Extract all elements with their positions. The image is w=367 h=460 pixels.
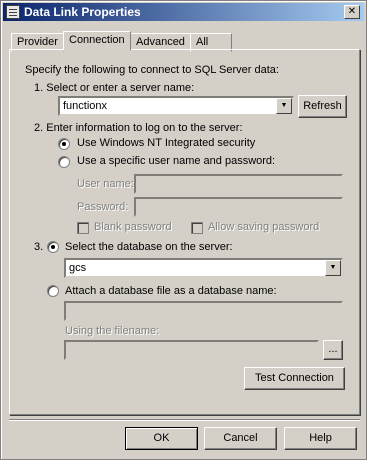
chevron-down-icon[interactable]: ▼ [325,260,341,276]
step1-label: 1. Select or enter a server name: [34,82,195,94]
help-button[interactable]: Help [284,427,357,450]
attach-db-label: Attach a database file as a database nam… [65,285,277,297]
browse-button[interactable]: ... [323,340,343,360]
footer-divider [9,419,360,421]
specific-user-label: Use a specific user name and password: [77,155,276,167]
blank-password-label: Blank password [94,221,172,233]
username-label: User name: [77,178,134,190]
test-connection-button[interactable]: Test Connection [244,367,345,390]
window-title: Data Link Properties [24,5,141,19]
server-name-combo[interactable]: functionx ▼ [58,96,294,116]
dialog-window: Data Link Properties ✕ Provider Connecti… [0,0,367,460]
nt-security-radio[interactable] [58,138,70,150]
attach-db-name-field[interactable] [64,301,343,321]
ok-button[interactable]: OK [125,427,198,450]
using-filename-label: Using the filename: [65,325,160,337]
select-db-radio[interactable] [47,241,59,253]
filename-field[interactable] [64,340,319,360]
password-field[interactable] [134,197,343,217]
database-combo[interactable]: gcs ▼ [64,258,343,278]
blank-password-checkbox[interactable] [77,222,89,234]
username-field[interactable] [134,174,343,194]
step2-label: 2. Enter information to log on to the se… [34,122,243,134]
intro-text: Specify the following to connect to SQL … [25,64,279,76]
refresh-button[interactable]: Refresh [298,95,347,118]
chevron-down-icon[interactable]: ▼ [276,98,292,114]
attach-db-radio[interactable] [47,285,59,297]
database-value: gcs [69,262,87,274]
data-link-icon [6,5,20,19]
password-label: Password: [77,201,129,213]
step3-number: 3. [34,241,44,253]
select-db-label: Select the database on the server: [65,241,233,253]
nt-security-label: Use Windows NT Integrated security [77,137,256,149]
close-button[interactable]: ✕ [344,5,360,19]
specific-user-radio[interactable] [58,156,70,168]
allow-saving-label: Allow saving password [208,221,320,233]
server-name-value: functionx [63,100,108,112]
tab-connection[interactable]: Connection [63,31,131,51]
title-bar[interactable]: Data Link Properties ✕ [3,3,364,21]
allow-saving-checkbox[interactable] [191,222,203,234]
cancel-button[interactable]: Cancel [204,427,277,450]
